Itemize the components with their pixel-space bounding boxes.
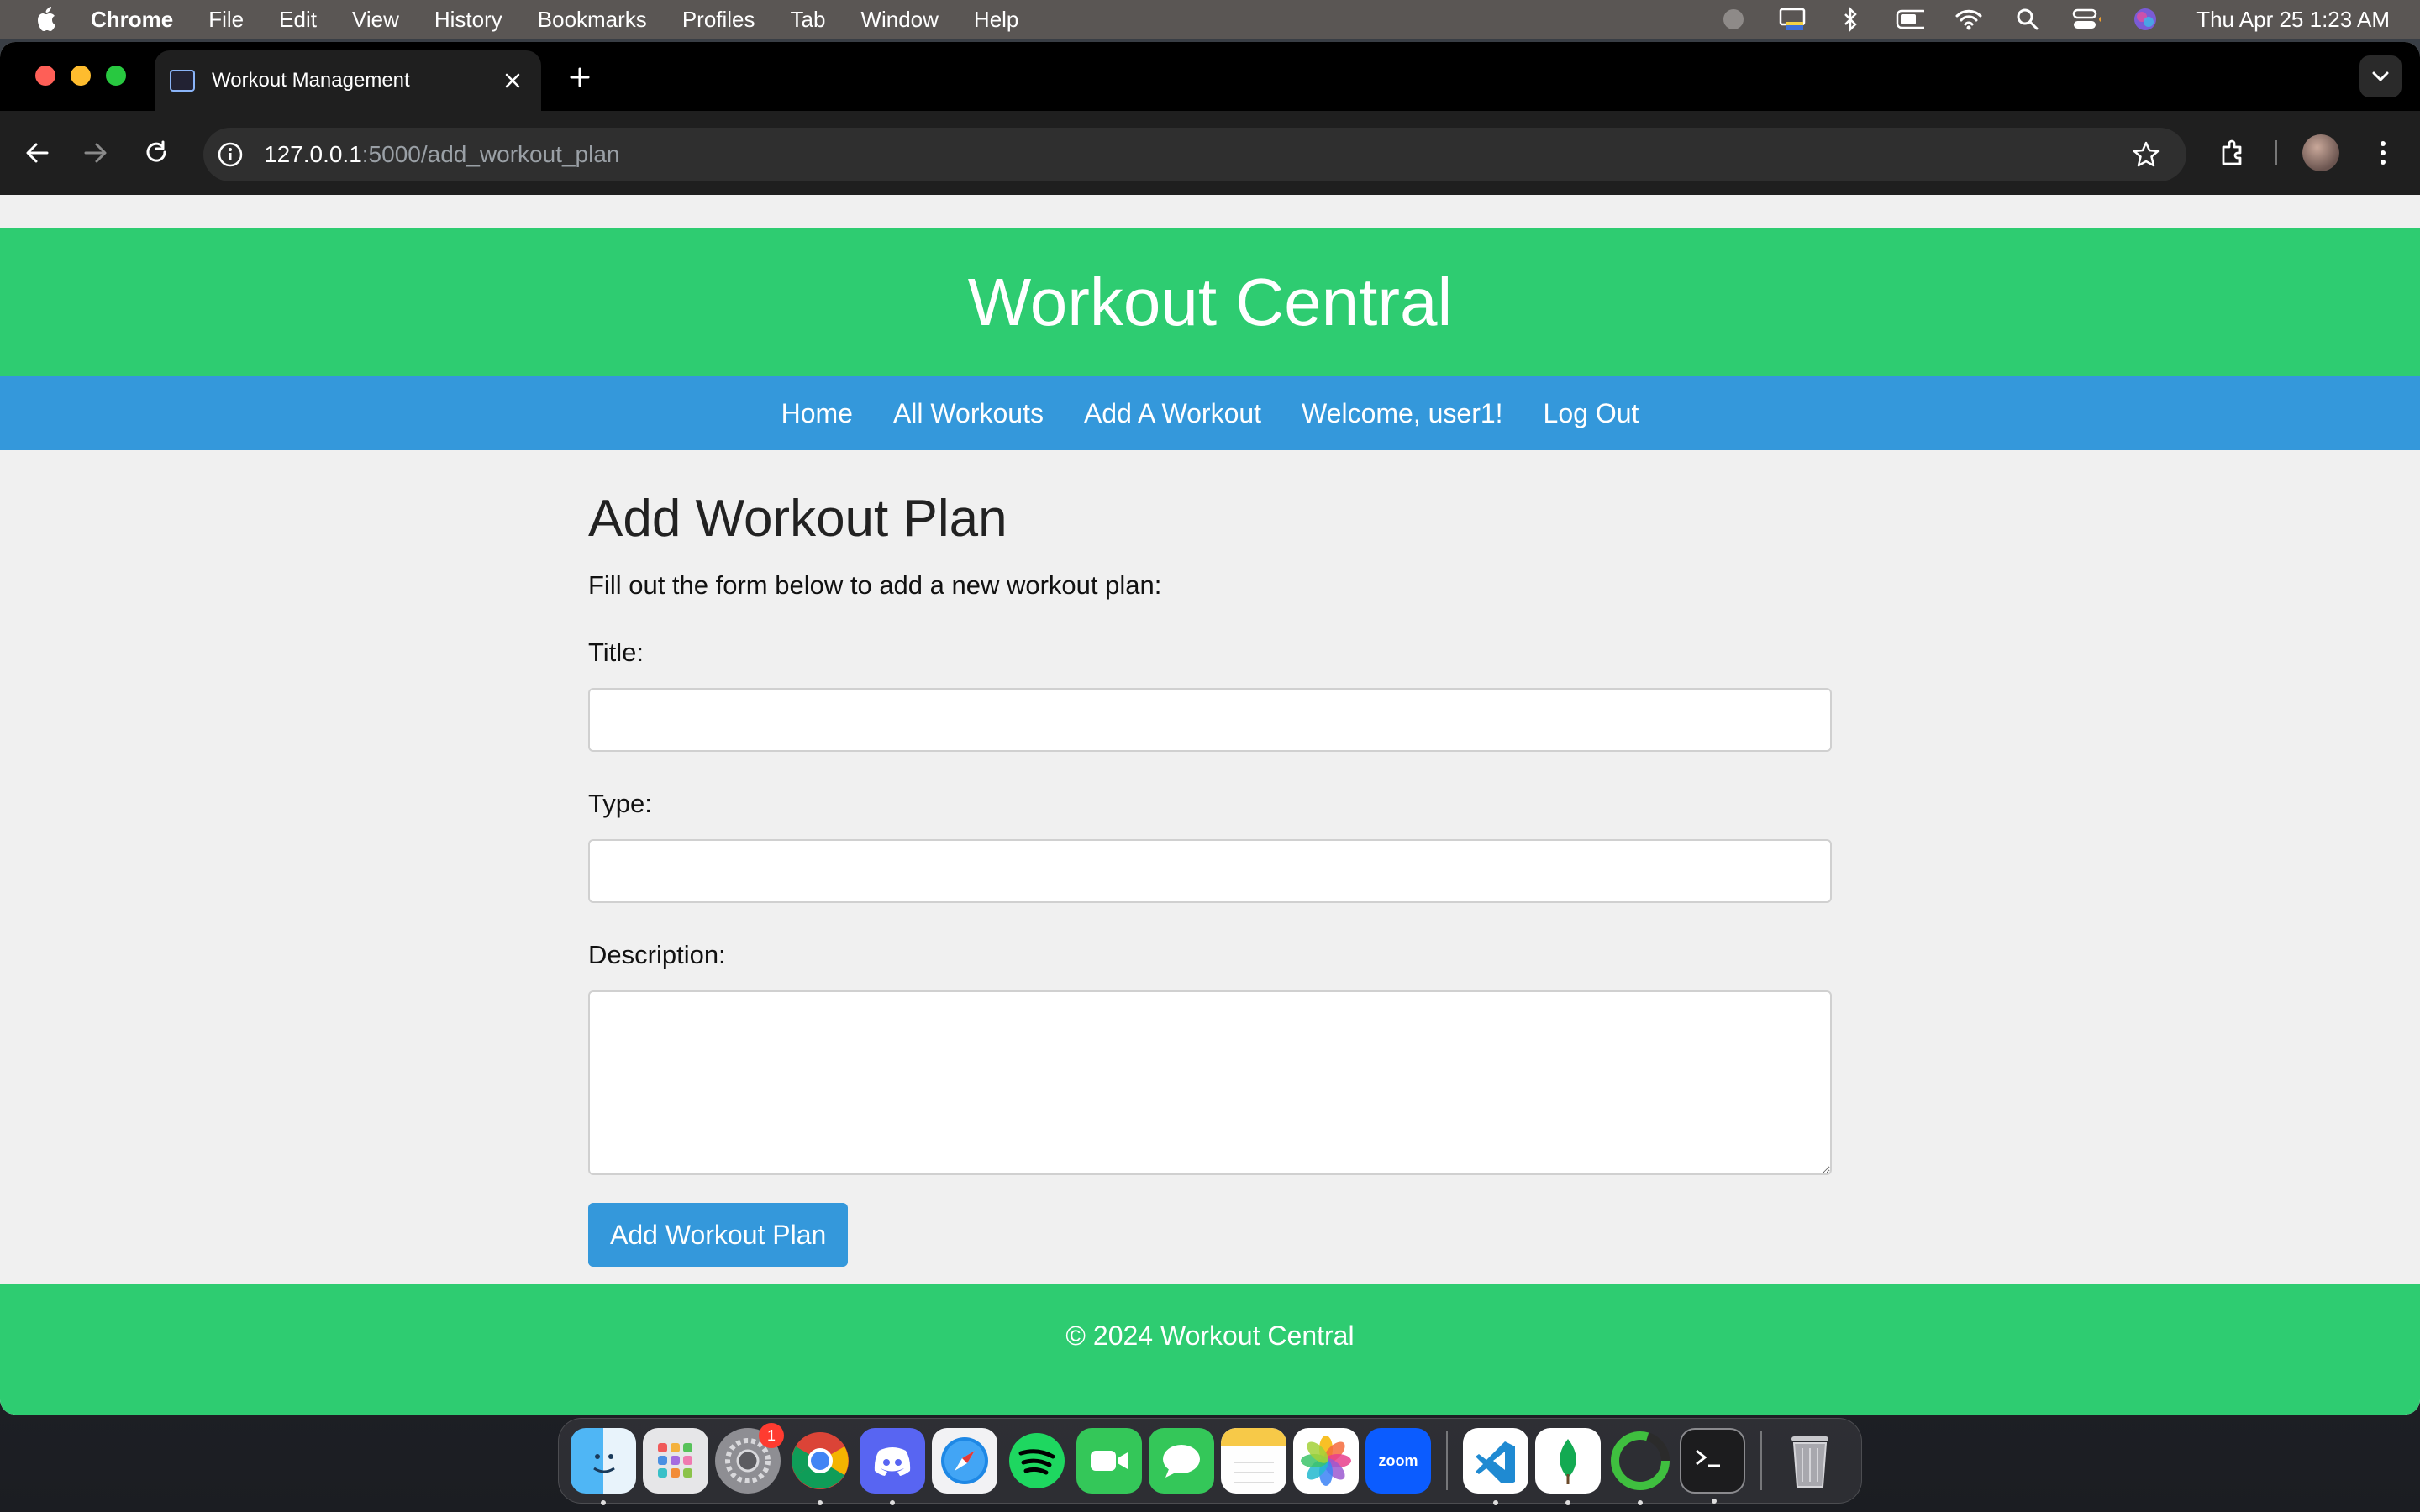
close-window-button[interactable]	[35, 66, 55, 86]
site-nav: Home All Workouts Add A Workout Welcome,…	[0, 376, 2420, 450]
spotlight-search-icon[interactable]	[2013, 5, 2042, 34]
menu-tab[interactable]: Tab	[791, 7, 826, 33]
nav-home-link[interactable]: Home	[781, 398, 853, 429]
avatar	[2302, 134, 2339, 171]
macos-menubar: Chrome File Edit View History Bookmarks …	[0, 0, 2420, 39]
notes-icon[interactable]	[1221, 1428, 1286, 1494]
battery-icon[interactable]	[1896, 5, 1925, 34]
control-center-icon[interactable]	[2072, 5, 2102, 34]
form-intro-text: Fill out the form below to add a new wor…	[588, 570, 1162, 600]
description-textarea[interactable]	[588, 990, 1832, 1175]
site-info-icon[interactable]	[213, 138, 247, 171]
photos-icon[interactable]	[1293, 1428, 1359, 1494]
bluetooth-icon[interactable]	[1837, 5, 1865, 34]
running-indicator	[1638, 1500, 1643, 1505]
mongodb-compass-icon[interactable]	[1535, 1428, 1601, 1505]
vscode-icon[interactable]	[1463, 1428, 1528, 1505]
web-page: Workout Central Home All Workouts Add A …	[0, 228, 2420, 1415]
minimize-window-button[interactable]	[71, 66, 91, 86]
finder-icon[interactable]	[571, 1428, 636, 1505]
screen-mirroring-icon[interactable]	[1778, 5, 1807, 34]
tab-title: Workout Management	[212, 69, 410, 92]
menu-view[interactable]: View	[352, 7, 399, 33]
nav-all-workouts-link[interactable]: All Workouts	[893, 398, 1044, 429]
bookmark-star-icon[interactable]	[2129, 138, 2163, 171]
site-header: Workout Central	[0, 228, 2420, 376]
menu-help[interactable]: Help	[974, 7, 1018, 33]
menu-app-chrome[interactable]: Chrome	[91, 7, 173, 33]
nav-logout-link[interactable]: Log Out	[1544, 398, 1639, 429]
title-input[interactable]	[588, 688, 1832, 752]
notification-badge: 1	[759, 1423, 784, 1448]
tab-strip: Workout Management	[0, 42, 2420, 111]
footer-copyright: © 2024 Workout Central	[1065, 1320, 1355, 1351]
back-button[interactable]	[15, 131, 59, 175]
reload-button[interactable]	[134, 131, 178, 175]
safari-icon[interactable]	[932, 1428, 997, 1494]
running-indicator	[818, 1500, 823, 1505]
type-label: Type:	[588, 789, 652, 818]
browser-window: Workout Management 127.0.0.1:5000/add_wo…	[0, 42, 2420, 1415]
chrome-icon[interactable]	[787, 1428, 853, 1505]
type-input[interactable]	[588, 839, 1832, 903]
zoom-icon[interactable]: zoom	[1365, 1428, 1431, 1494]
address-bar[interactable]: 127.0.0.1:5000/add_workout_plan	[203, 128, 2186, 181]
menu-bookmarks[interactable]: Bookmarks	[538, 7, 647, 33]
menu-profiles[interactable]: Profiles	[682, 7, 755, 33]
url-path: :5000/add_workout_plan	[361, 141, 620, 167]
running-indicator	[601, 1500, 606, 1505]
menubar-clock[interactable]: Thu Apr 25 1:23 AM	[2196, 7, 2390, 33]
siri-icon[interactable]	[2131, 5, 2160, 34]
wifi-icon[interactable]	[1954, 5, 1983, 34]
title-label: Title:	[588, 638, 644, 667]
forward-button[interactable]	[74, 131, 118, 175]
nav-add-workout-link[interactable]: Add A Workout	[1084, 398, 1261, 429]
browser-toolbar: 127.0.0.1:5000/add_workout_plan	[0, 111, 2420, 195]
page-heading: Add Workout Plan	[588, 490, 1007, 548]
loading-ring-icon[interactable]	[1607, 1428, 1673, 1505]
macos-dock: 1 zoom	[558, 1418, 1862, 1505]
facetime-icon[interactable]	[1076, 1428, 1142, 1494]
main-content: Add Workout Plan Fill out the form below…	[588, 450, 1832, 1267]
tab-search-button[interactable]	[2360, 55, 2402, 97]
window-controls	[35, 66, 126, 86]
maximize-window-button[interactable]	[106, 66, 126, 86]
messages-icon[interactable]	[1149, 1428, 1214, 1494]
browser-menu-icon[interactable]	[2361, 131, 2405, 175]
browser-tab-active[interactable]: Workout Management	[155, 50, 541, 111]
site-footer: © 2024 Workout Central	[0, 1284, 2420, 1415]
zoom-label: zoom	[1378, 1452, 1418, 1469]
launchpad-icon[interactable]	[643, 1428, 708, 1494]
menu-edit[interactable]: Edit	[279, 7, 317, 33]
record-status-icon[interactable]	[1719, 5, 1748, 34]
apple-icon[interactable]	[32, 4, 62, 34]
add-workout-plan-button[interactable]: Add Workout Plan	[588, 1203, 849, 1267]
running-indicator	[1565, 1500, 1570, 1505]
system-settings-icon[interactable]: 1	[715, 1423, 784, 1494]
extensions-icon[interactable]	[2212, 131, 2255, 175]
terminal-icon[interactable]	[1680, 1428, 1745, 1504]
profile-avatar[interactable]	[2299, 131, 2343, 175]
menu-history[interactable]: History	[434, 7, 502, 33]
toolbar-divider	[2274, 131, 2277, 175]
trash-icon[interactable]	[1777, 1428, 1843, 1494]
url-host: 127.0.0.1	[264, 141, 362, 167]
discord-icon[interactable]	[860, 1428, 925, 1505]
running-indicator	[1712, 1499, 1717, 1504]
description-label: Description:	[588, 940, 726, 969]
nav-welcome-user-link[interactable]: Welcome, user1!	[1302, 398, 1503, 429]
close-tab-icon[interactable]	[496, 64, 529, 97]
new-tab-button[interactable]	[563, 60, 597, 94]
dock-divider	[1760, 1431, 1762, 1490]
menu-file[interactable]: File	[208, 7, 244, 33]
dock-divider	[1446, 1431, 1448, 1490]
menu-window[interactable]: Window	[860, 7, 938, 33]
running-indicator	[1493, 1500, 1498, 1505]
terminal-favicon-icon	[170, 70, 195, 92]
running-indicator	[890, 1500, 895, 1505]
site-title: Workout Central	[967, 265, 1453, 339]
spotify-icon[interactable]	[1004, 1428, 1070, 1494]
